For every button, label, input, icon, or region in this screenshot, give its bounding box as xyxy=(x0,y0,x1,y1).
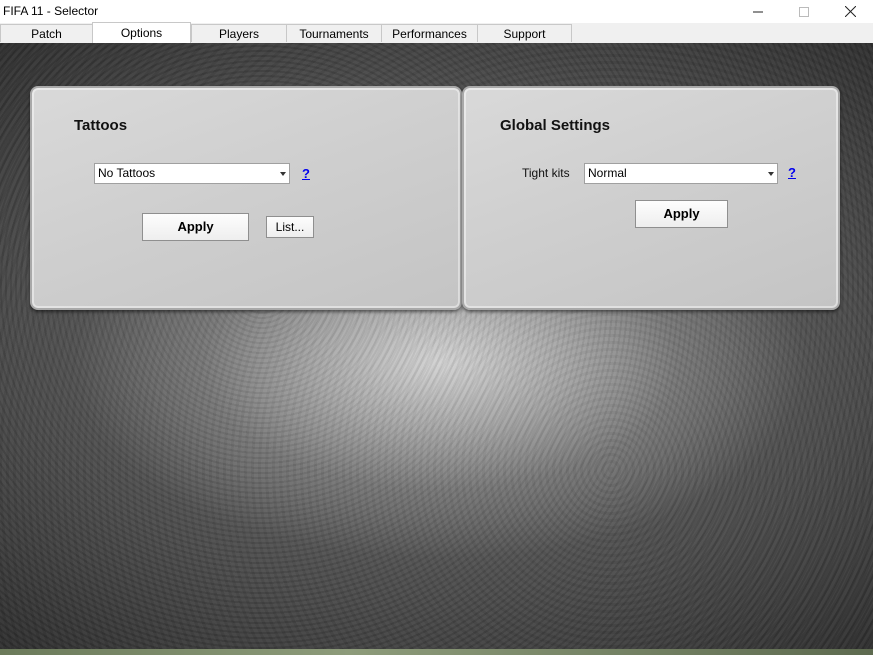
tattoos-list-button[interactable]: List... xyxy=(266,216,314,238)
window-controls xyxy=(735,0,873,23)
tab-players[interactable]: Players xyxy=(191,24,287,42)
tab-performances[interactable]: Performances xyxy=(381,24,478,42)
app-window: FIFA 11 - Selector Patch Options Players xyxy=(0,0,873,655)
options-page: Tattoos No Tattoos ? Apply List... Globa… xyxy=(0,43,873,653)
tattoos-title: Tattoos xyxy=(74,117,128,134)
tab-patch[interactable]: Patch xyxy=(0,24,93,42)
close-icon xyxy=(844,6,856,17)
tattoos-help-link[interactable]: ? xyxy=(302,166,310,181)
tattoos-combo[interactable]: No Tattoos xyxy=(94,163,290,184)
global-settings-apply-button[interactable]: Apply xyxy=(635,200,728,228)
tight-kits-label: Tight kits xyxy=(522,166,570,180)
tab-options[interactable]: Options xyxy=(92,22,191,43)
minimize-icon xyxy=(753,7,763,17)
title-bar: FIFA 11 - Selector xyxy=(0,0,873,23)
global-settings-panel: Global Settings Tight kits Normal ? Appl… xyxy=(462,86,840,310)
minimize-button[interactable] xyxy=(735,0,781,23)
tight-kits-combo[interactable]: Normal xyxy=(584,163,778,184)
chevron-down-icon xyxy=(280,172,286,176)
tight-kits-help-link[interactable]: ? xyxy=(788,165,796,180)
tattoos-apply-button[interactable]: Apply xyxy=(142,213,249,241)
tight-kits-combo-value: Normal xyxy=(588,166,627,180)
tab-strip: Patch Options Players Tournaments Perfor… xyxy=(0,22,873,43)
tattoos-panel: Tattoos No Tattoos ? Apply List... xyxy=(30,86,462,310)
tab-tournaments[interactable]: Tournaments xyxy=(286,24,382,42)
bottom-edge xyxy=(0,649,873,655)
tab-support[interactable]: Support xyxy=(477,24,572,42)
window-title: FIFA 11 - Selector xyxy=(3,4,99,18)
tattoos-combo-value: No Tattoos xyxy=(98,166,156,180)
maximize-button[interactable] xyxy=(781,0,827,23)
chevron-down-icon xyxy=(768,172,774,176)
maximize-icon xyxy=(799,6,809,17)
close-button[interactable] xyxy=(827,0,873,23)
global-settings-title: Global Settings xyxy=(500,117,611,134)
